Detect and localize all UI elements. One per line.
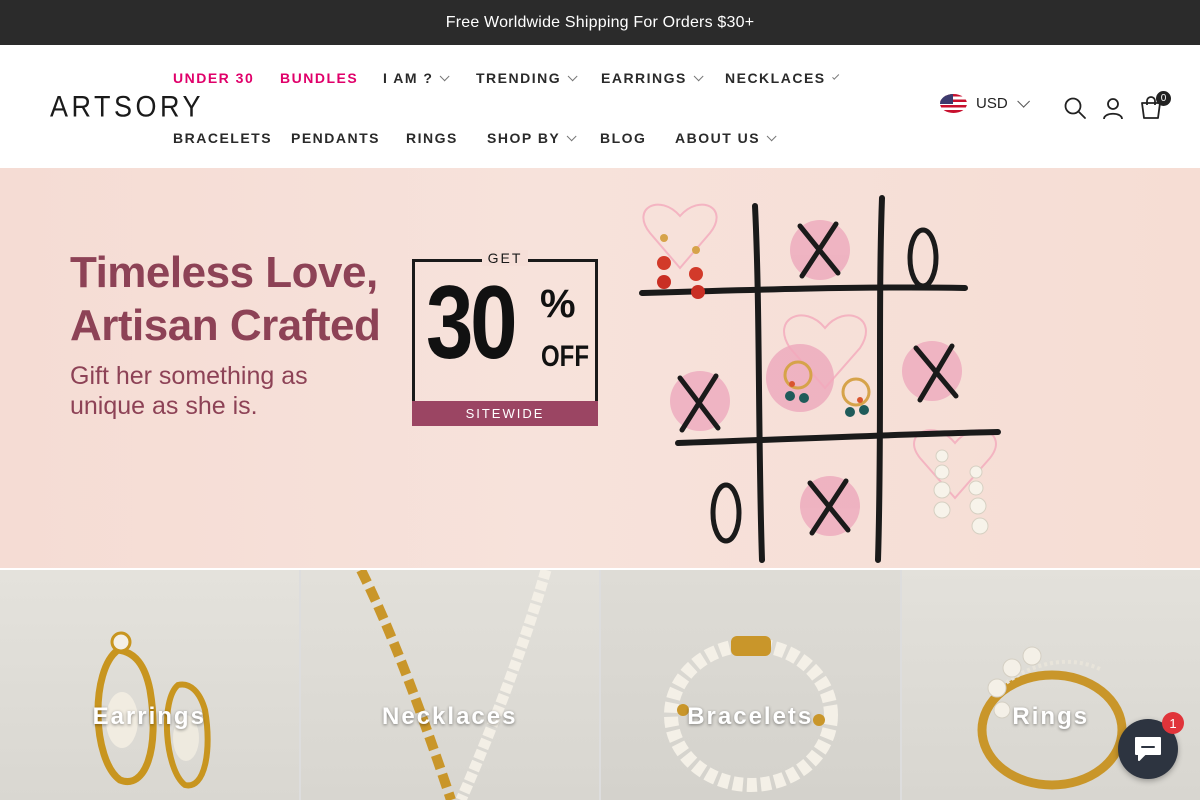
nav-label: TRENDING	[476, 70, 562, 86]
category-tile-necklaces[interactable]: Necklaces	[300, 570, 599, 800]
offer-amount: 30	[426, 265, 518, 381]
nav-label: I AM ?	[383, 70, 434, 86]
brand-logo[interactable]: ARTSORY	[50, 91, 204, 124]
chevron-down-icon	[1016, 95, 1030, 108]
tic-tac-toe-illustration	[639, 195, 1001, 563]
announcement-text: Free Worldwide Shipping For Orders $30+	[445, 13, 755, 31]
chat-icon	[1135, 737, 1161, 761]
hero-subtext-line-1: Gift her something as	[70, 362, 308, 390]
nav-label: RINGS	[406, 130, 458, 146]
hero-headline-line-1: Timeless Love,	[70, 248, 378, 297]
search-icon[interactable]	[1063, 96, 1087, 120]
earrings-image	[94, 631, 211, 789]
nav-label: BUNDLES	[280, 70, 359, 86]
nav-i-am[interactable]: I AM ?	[383, 70, 476, 86]
cart-count-badge: 0	[1156, 91, 1171, 106]
chevron-down-icon	[693, 70, 704, 81]
nav-rings[interactable]: RINGS	[406, 130, 487, 146]
hero-subtext: Gift her something as unique as she is.	[70, 361, 308, 421]
category-label: Necklaces	[382, 703, 518, 730]
bracelets-image	[664, 636, 838, 792]
necklaces-image	[356, 570, 551, 800]
nav-bracelets[interactable]: BRACELETS	[173, 130, 291, 146]
site-header: ARTSORY UNDER 30 BUNDLES I AM ? TRENDING…	[0, 45, 1200, 168]
hero-headline-line-2: Artisan Crafted	[70, 301, 381, 350]
nav-label: PENDANTS	[291, 130, 381, 146]
chat-unread-badge: 1	[1162, 712, 1184, 734]
nav-label: ABOUT US	[675, 130, 761, 146]
main-nav-row-2: BRACELETS PENDANTS RINGS SHOP BY BLOG AB…	[173, 130, 777, 146]
chevron-down-icon	[567, 70, 578, 81]
offer-percent-sign: %	[540, 282, 576, 326]
hero-banner[interactable]: Timeless Love, Artisan Crafted Gift her …	[0, 168, 1200, 568]
chevron-down-icon	[766, 130, 777, 141]
currency-code: USD	[976, 95, 1008, 112]
chevron-down-icon	[440, 70, 451, 81]
nav-bundles[interactable]: BUNDLES	[280, 70, 383, 86]
nav-trending[interactable]: TRENDING	[476, 70, 601, 86]
offer-off-text: OFF	[541, 340, 589, 373]
main-nav-row-1: UNDER 30 BUNDLES I AM ? TRENDING EARRING…	[173, 70, 840, 86]
category-tiles: Earrings Necklaces Bracelets Rings	[0, 570, 1200, 800]
us-flag-icon	[940, 94, 967, 113]
offer-scope-band: SITEWIDE	[412, 401, 598, 426]
offer-get-text: GET	[482, 250, 528, 266]
nav-about-us[interactable]: ABOUT US	[675, 130, 777, 146]
announcement-bar: Free Worldwide Shipping For Orders $30+	[0, 0, 1200, 45]
category-label: Earrings	[92, 703, 206, 730]
nav-shop-by[interactable]: SHOP BY	[487, 130, 600, 146]
nav-pendants[interactable]: PENDANTS	[291, 130, 406, 146]
nav-label: BRACELETS	[173, 130, 273, 146]
discount-offer-badge: GET 30 % OFF SITEWIDE	[412, 250, 598, 426]
nav-label: EARRINGS	[601, 70, 687, 86]
nav-necklaces[interactable]: NECKLACES	[725, 70, 840, 86]
currency-selector[interactable]: USD	[940, 94, 1030, 113]
nav-earrings[interactable]: EARRINGS	[601, 70, 725, 86]
category-label: Bracelets	[687, 703, 814, 730]
chevron-down-icon	[831, 72, 840, 80]
chevron-down-icon	[566, 130, 577, 141]
hero-headline: Timeless Love, Artisan Crafted	[70, 246, 381, 352]
category-tile-earrings[interactable]: Earrings	[0, 570, 299, 800]
hero-subtext-line-2: unique as she is.	[70, 392, 258, 420]
category-tile-bracelets[interactable]: Bracelets	[601, 570, 900, 800]
nav-blog[interactable]: BLOG	[600, 130, 675, 146]
nav-label: BLOG	[600, 130, 647, 146]
nav-label: NECKLACES	[725, 70, 826, 86]
nav-under-30[interactable]: UNDER 30	[173, 70, 280, 86]
nav-label: UNDER 30	[173, 70, 255, 86]
user-icon[interactable]	[1101, 96, 1125, 120]
nav-label: SHOP BY	[487, 130, 561, 146]
